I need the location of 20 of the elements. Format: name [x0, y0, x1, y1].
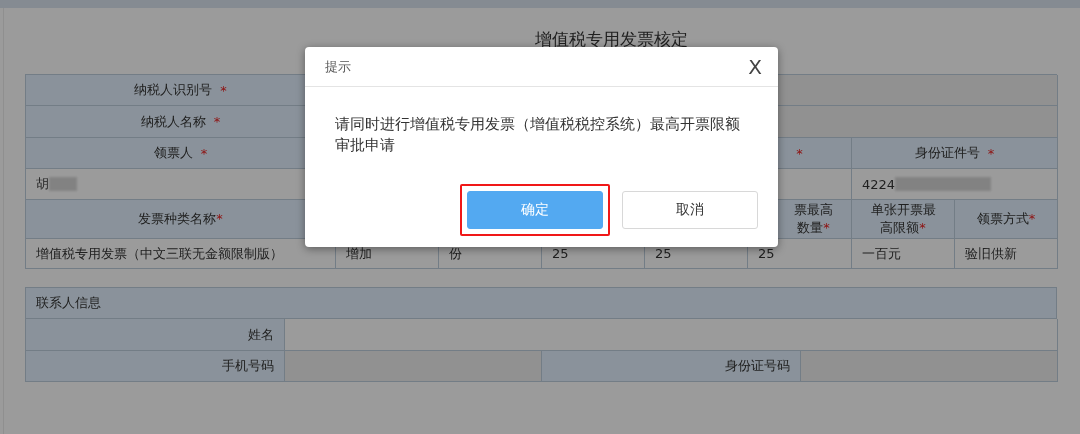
input-field[interactable]: [801, 351, 1058, 382]
section-header: 联系人信息: [25, 287, 1057, 318]
close-button[interactable]: X: [746, 54, 764, 79]
input-field[interactable]: [285, 351, 542, 382]
field-label: 身份证号码: [542, 351, 801, 382]
column-header: 领票方式*: [955, 200, 1058, 239]
column-header: 身份证件号 *: [852, 138, 1058, 169]
field-label: 手机号码: [26, 351, 285, 382]
table-cell: 一百元: [852, 239, 955, 269]
cancel-button[interactable]: 取消: [622, 191, 758, 229]
cell-text: 胡: [36, 175, 49, 193]
dialog-title: 提示: [325, 57, 351, 76]
dialog-message: 请同时进行增值税专用发票（增值税税控系统）最高开票限额审批申请: [335, 114, 741, 156]
cell-text: 4224: [862, 176, 896, 192]
column-header: 单张开票最高限额*: [852, 200, 955, 239]
input-field[interactable]: [285, 319, 1058, 351]
field-label: 姓名: [26, 319, 285, 351]
table-cell: 验旧供新: [955, 239, 1058, 269]
table-cell: 25: [748, 239, 852, 269]
page-title: 增值税专用发票核定: [535, 28, 688, 51]
